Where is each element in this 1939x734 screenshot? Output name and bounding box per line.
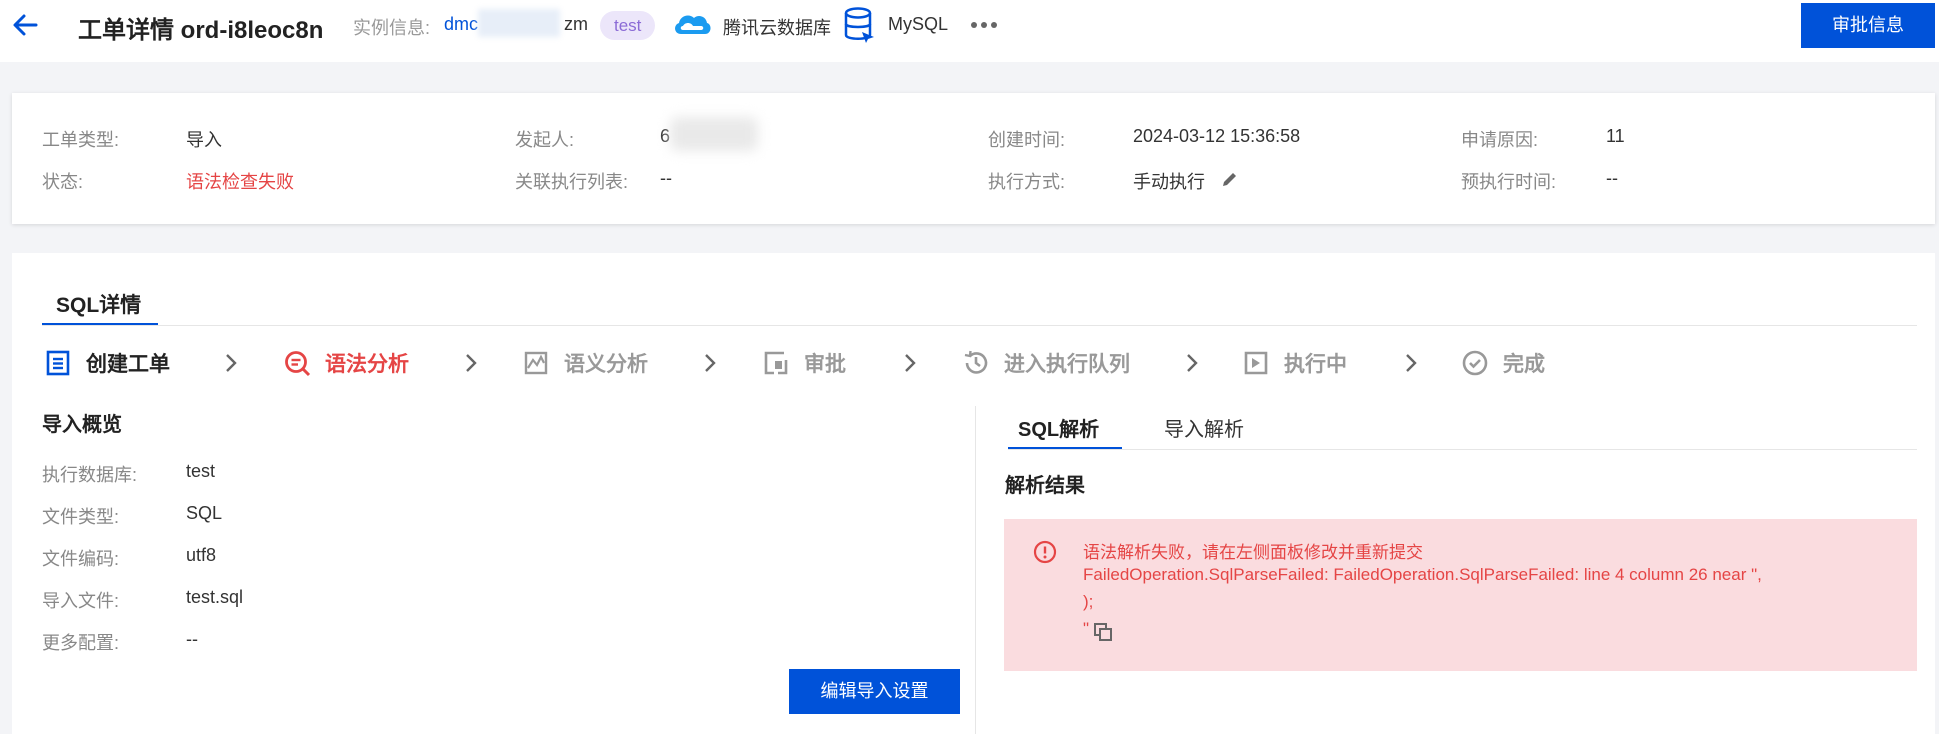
file-type-value: SQL <box>186 503 223 523</box>
step-label: 进入执行队列 <box>1004 353 1130 376</box>
instance-tag: test <box>600 11 656 40</box>
tab-sql-detail[interactable]: SQL详情 <box>42 289 155 319</box>
error-detail-line: " <box>1083 619 1090 638</box>
more-config-label: 更多配置: <box>42 633 120 653</box>
copy-icon[interactable] <box>1094 623 1112 641</box>
divider <box>42 325 1917 326</box>
created-label: 创建时间: <box>988 130 1066 150</box>
import-file-value: test.sql <box>186 587 244 607</box>
reason-value: 11 <box>1606 126 1625 146</box>
play-icon <box>1244 351 1268 375</box>
chevron-right-icon <box>466 354 477 372</box>
step-complete: 完成 <box>1461 343 1545 383</box>
exec-db-value: test <box>186 461 216 481</box>
error-detail-line: FailedOperation.SqlParseFailed: FailedOp… <box>1083 565 1762 584</box>
file-type-label: 文件类型: <box>42 507 120 527</box>
step-label: 审批 <box>804 353 846 376</box>
type-value: 导入 <box>186 130 222 150</box>
back-arrow-icon[interactable] <box>10 10 40 40</box>
status-value: 语法检查失败 <box>186 172 294 192</box>
related-label: 关联执行列表: <box>515 172 629 192</box>
edit-pencil-icon[interactable] <box>1220 169 1240 189</box>
reason-label: 申请原因: <box>1461 130 1539 150</box>
initiator-value: 6 <box>660 126 671 146</box>
history-icon <box>964 350 988 374</box>
error-alert: 语法解析失败，请在左侧面板修改并重新提交 FailedOperation.Sql… <box>1004 519 1917 671</box>
chevron-right-icon <box>905 354 916 372</box>
initiator-label: 发起人: <box>515 130 575 150</box>
exec-mode-value: 手动执行 <box>1133 172 1205 192</box>
pre-exec-value: -- <box>1606 168 1618 188</box>
divider <box>1008 449 1917 450</box>
search-error-icon <box>285 351 311 377</box>
panel-divider <box>975 406 976 734</box>
file-encoding-value: utf8 <box>186 545 217 565</box>
result-title: 解析结果 <box>1005 475 1085 497</box>
tencent-cloud-icon <box>675 15 711 34</box>
instance-link[interactable]: dmc <box>444 14 478 35</box>
error-detail-line: ); <box>1083 592 1094 611</box>
check-circle-icon <box>1462 350 1488 376</box>
chevron-right-icon <box>705 354 716 372</box>
instance-id-suffix: zm <box>564 14 588 34</box>
step-syntax-analysis: 语法分析 <box>283 343 409 383</box>
step-create-order: 创建工单 <box>44 343 170 383</box>
document-icon <box>46 350 70 376</box>
db-type-label: MySQL <box>888 14 949 34</box>
instance-label: 实例信息: <box>353 18 431 38</box>
tab-import-parse[interactable]: 导入解析 <box>1164 413 1244 442</box>
redacted-mask <box>478 9 560 37</box>
step-label: 语法分析 <box>325 353 409 376</box>
error-icon <box>1033 540 1057 564</box>
tab-sql-parse[interactable]: SQL解析 <box>1018 413 1099 442</box>
file-encoding-label: 文件编码: <box>42 549 120 569</box>
related-value: -- <box>660 168 672 188</box>
top-bar: 工单详情 ord-i8leoc8n 实例信息: dmc zm test 腾讯云数… <box>0 0 1939 62</box>
step-approval: 审批 <box>762 343 846 383</box>
exec-db-label: 执行数据库: <box>42 465 138 485</box>
order-info-card: 工单类型: 导入 状态: 语法检查失败 发起人: 6 关联执行列表: -- 创建… <box>12 93 1935 224</box>
exec-mode-label: 执行方式: <box>988 172 1066 192</box>
step-label: 创建工单 <box>86 353 170 376</box>
more-icon[interactable] <box>970 16 998 34</box>
edit-import-settings-button[interactable]: 编辑导入设置 <box>789 669 960 714</box>
cloud-db-label: 腾讯云数据库 <box>723 18 831 38</box>
step-label: 执行中 <box>1284 353 1347 376</box>
step-enter-queue: 进入执行队列 <box>962 343 1130 383</box>
sql-detail-card: SQL详情 创建工单 语法分析 语义分析 审批 进入执行队列 执行中 完成 导入… <box>12 253 1935 734</box>
error-message: 语法解析失败，请在左侧面板修改并重新提交 <box>1083 543 1423 562</box>
redacted-mask <box>670 117 758 151</box>
pre-exec-label: 预执行时间: <box>1461 172 1557 192</box>
step-executing: 执行中 <box>1242 343 1347 383</box>
chevron-right-icon <box>1187 354 1198 372</box>
page-title: 工单详情 ord-i8leoc8n <box>78 17 324 44</box>
approve-info-button[interactable]: 审批信息 <box>1801 3 1935 48</box>
chevron-right-icon <box>226 354 237 372</box>
step-label: 语义分析 <box>564 353 648 376</box>
overview-title: 导入概览 <box>42 414 122 436</box>
import-file-label: 导入文件: <box>42 591 120 611</box>
type-label: 工单类型: <box>42 130 120 150</box>
step-semantic-analysis: 语义分析 <box>522 343 648 383</box>
more-config-value: -- <box>186 629 198 649</box>
step-label: 完成 <box>1503 353 1545 376</box>
approval-icon <box>764 351 788 375</box>
chevron-right-icon <box>1406 354 1417 372</box>
status-label: 状态: <box>42 172 84 192</box>
chart-icon <box>524 351 548 375</box>
created-value: 2024-03-12 15:36:58 <box>1133 126 1301 146</box>
database-icon <box>844 7 874 43</box>
